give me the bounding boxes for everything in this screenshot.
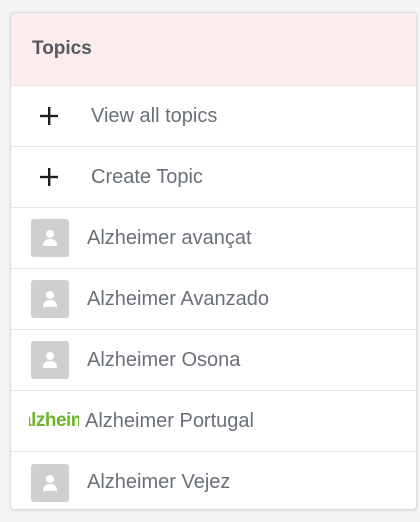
view-all-topics-link[interactable]: View all topics [11, 86, 416, 147]
topic-item-alzheimer-osona[interactable]: Alzheimer Osona [11, 330, 416, 391]
user-avatar-icon [31, 341, 69, 379]
user-avatar-icon [31, 463, 69, 502]
topic-label: Alzheimer Osona [87, 348, 241, 371]
view-all-topics-label: View all topics [91, 104, 218, 127]
plus-icon [31, 106, 81, 126]
panel-title: Topics [32, 38, 92, 59]
topic-label: Alzheimer avançat [87, 226, 252, 249]
topic-label: Alzheimer Avanzado [87, 287, 269, 310]
topic-item-alzheimer-avanzado[interactable]: Alzheimer Avanzado [11, 269, 416, 330]
alzheimer-portugal-logo: alzheimer [29, 402, 79, 440]
plus-icon [31, 167, 81, 187]
topic-item-alzheimer-vejez[interactable]: Alzheimer Vejez [11, 452, 416, 509]
topic-item-alzheimer-avancat[interactable]: Alzheimer avançat [11, 208, 416, 269]
topic-label: Alzheimer Portugal [85, 409, 254, 432]
topic-label: Alzheimer Vejez [87, 471, 231, 493]
user-avatar-icon [31, 219, 69, 257]
logo-text: alzheimer [29, 410, 79, 431]
topic-item-alzheimer-portugal[interactable]: alzheimer Alzheimer Portugal [11, 391, 416, 452]
topics-panel: Topics View all topics Create Topic Alzh… [10, 12, 417, 510]
topics-panel-header: Topics [11, 13, 416, 86]
user-avatar-icon [31, 280, 69, 318]
create-topic-label: Create Topic [91, 165, 203, 188]
create-topic-link[interactable]: Create Topic [11, 147, 416, 208]
